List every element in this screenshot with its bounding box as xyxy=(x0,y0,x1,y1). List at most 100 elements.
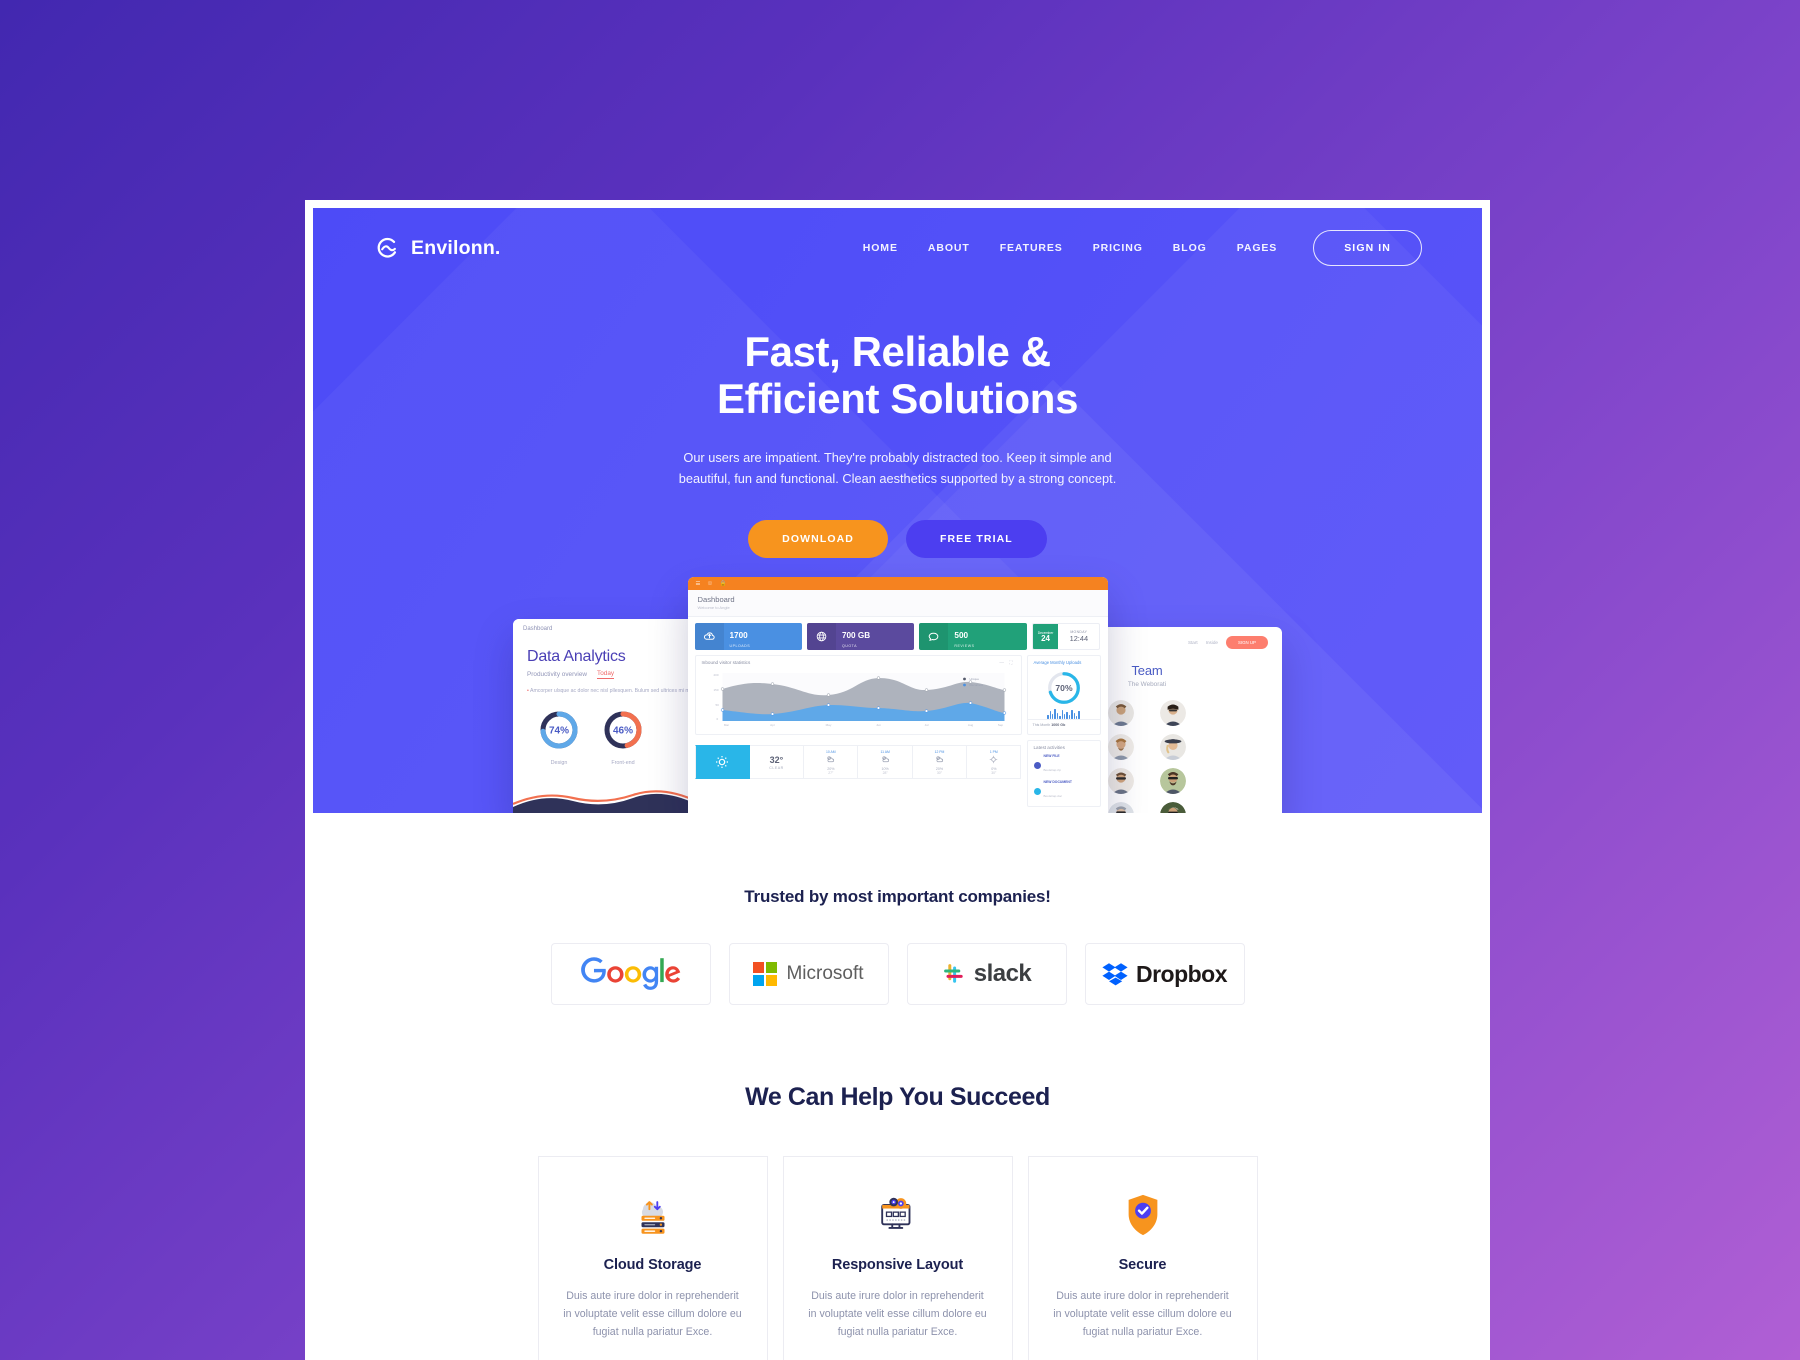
activity-title: NEW DOCUMENT xyxy=(1043,780,1072,784)
partly-cloudy-icon xyxy=(882,755,889,762)
hero-subtitle: Our users are impatient. They're probabl… xyxy=(678,450,1117,486)
stat-uploads-text: 1700 UPLOADS xyxy=(724,625,751,648)
avatar[interactable] xyxy=(1108,802,1134,813)
donut-design-label: Design xyxy=(550,759,568,766)
stat-card-reviews[interactable]: 500 REVIEWS xyxy=(919,623,1027,650)
nav-item-home[interactable]: HOME xyxy=(863,242,898,254)
nav-item-features[interactable]: FEATURES xyxy=(1000,242,1063,254)
weather-widget: 32° CLEAR 10 AM 20% 27° 11 AM 10% 28° 12… xyxy=(694,740,1022,807)
mockup-right-signup-button[interactable]: SIGN UP xyxy=(1225,636,1268,649)
feature-title: Cloud Storage xyxy=(603,1257,702,1273)
activity-sub: Bootstrap.zip xyxy=(1043,768,1062,772)
bullet-dot-icon: • xyxy=(527,688,529,694)
responsive-layout-icon xyxy=(808,1191,988,1239)
avatar[interactable] xyxy=(1108,734,1134,760)
feature-card-cloud-storage[interactable]: Cloud Storage Duis aute irure dolor in r… xyxy=(537,1156,768,1360)
svg-text:200: 200 xyxy=(713,673,718,677)
activity-item[interactable]: NEW FILE Bootstrap.zip xyxy=(1033,754,1094,776)
activity-item[interactable]: NEW DOCUMENT Bootstrap.doc xyxy=(1033,780,1094,802)
activity-text: NEW DOCUMENT Bootstrap.doc xyxy=(1044,780,1072,802)
sign-in-button[interactable]: SIGN IN xyxy=(1313,230,1422,266)
user-icon[interactable]: ☉ xyxy=(708,581,713,587)
free-trial-button[interactable]: FREE TRIAL xyxy=(905,519,1047,558)
feature-card-responsive-layout[interactable]: Responsive Layout Duis aute irure dolor … xyxy=(782,1156,1013,1360)
visitor-panel-header: Inbound visitor statistics — ⛶ xyxy=(696,656,1021,667)
logo-card-dropbox[interactable]: Dropbox xyxy=(1084,943,1245,1005)
svg-text:May: May xyxy=(825,723,831,727)
uploads-panel-title: Average Monthly Uploads xyxy=(1033,660,1082,665)
slack-logo-icon: slack xyxy=(942,960,1032,988)
uploads-bar-sparkline xyxy=(1028,708,1100,719)
donut-chart-frontend-icon: 46% xyxy=(604,711,642,749)
feature-text: Duis aute irure dolor in reprehenderit i… xyxy=(808,1290,987,1339)
hero-title: Fast, Reliable & Efficient Solutions xyxy=(313,328,1482,422)
svg-text:Jun: Jun xyxy=(876,723,881,727)
avatar[interactable] xyxy=(1160,700,1186,726)
hamburger-menu-icon[interactable]: ☰ xyxy=(696,581,701,587)
main-navbar: Envilonn. HOME ABOUT FEATURES PRICING BL… xyxy=(313,208,1482,266)
monthly-uploads-panel: Average Monthly Uploads 70% This Month 1… xyxy=(1026,655,1101,735)
visitor-statistics-panel: Inbound visitor statistics — ⛶ 200 150 5… xyxy=(694,655,1022,735)
avatar[interactable] xyxy=(1108,700,1134,726)
nav-item-blog[interactable]: BLOG xyxy=(1173,242,1207,254)
cloud-storage-icon xyxy=(563,1191,743,1239)
swirl-e-logo-icon xyxy=(373,234,401,262)
activities-list: Latest activities NEW FILE Bootstrap.zip xyxy=(1028,741,1100,806)
brand-logo[interactable]: Envilonn. xyxy=(373,234,501,262)
date-time: 12:44 xyxy=(1069,634,1089,643)
uploads-footer-label: This Month xyxy=(1032,723,1051,727)
date-block: December 24 xyxy=(1032,624,1059,649)
slack-wordmark: slack xyxy=(973,960,1032,987)
dashboard-header: Dashboard Welcome to Angle xyxy=(687,590,1108,617)
activity-text: NEW FILE Bootstrap.zip xyxy=(1044,754,1062,776)
feature-title: Responsive Layout xyxy=(831,1257,964,1273)
activity-title: NEW FILE xyxy=(1043,754,1060,758)
hero-title-line2: Efficient Solutions xyxy=(716,375,1079,423)
microsoft-wordmark: Microsoft xyxy=(786,963,864,984)
weather-forecast-temp: 30° xyxy=(991,770,997,775)
google-logo-icon xyxy=(580,957,680,990)
avatar[interactable] xyxy=(1160,768,1186,794)
dropbox-wordmark: Dropbox xyxy=(1135,960,1228,987)
stat-card-uploads[interactable]: 1700 UPLOADS xyxy=(694,623,802,650)
nav-item-about[interactable]: ABOUT xyxy=(928,242,970,254)
avatar[interactable] xyxy=(1108,768,1134,794)
avatar[interactable] xyxy=(1160,802,1186,813)
logo-card-microsoft[interactable]: Microsoft xyxy=(728,943,889,1005)
mockup-right-nav-item-2[interactable]: Inside xyxy=(1206,640,1218,645)
weather-forecast-temp: 30° xyxy=(936,770,943,775)
time-block: MONDAY 12:44 xyxy=(1058,624,1099,649)
stat-reviews-label: REVIEWS xyxy=(954,644,975,648)
stat-card-quota[interactable]: 700 GB QUOTA xyxy=(806,623,915,650)
panel-actions[interactable]: — ⛶ xyxy=(999,660,1014,665)
logo-card-google[interactable] xyxy=(550,943,711,1005)
secure-shield-icon xyxy=(1053,1191,1233,1239)
hero-cta-group: DOWNLOAD FREE TRIAL xyxy=(313,519,1482,558)
stat-card-datetime[interactable]: December 24 MONDAY 12:44 xyxy=(1031,623,1101,650)
lock-icon[interactable]: 🔒 xyxy=(720,581,727,587)
browser-page-frame: Envilonn. HOME ABOUT FEATURES PRICING BL… xyxy=(305,200,1490,1360)
activity-sub: Bootstrap.doc xyxy=(1043,794,1063,798)
mockup-right-nav-item-1[interactable]: Start xyxy=(1188,640,1198,645)
feature-text: Duis aute irure dolor in reprehenderit i… xyxy=(1053,1290,1232,1339)
stat-uploads-number: 1700 xyxy=(729,631,748,640)
nav-item-pricing[interactable]: PRICING xyxy=(1093,242,1143,254)
product-mockups: Dashboard Data Analytics Productivity ov… xyxy=(313,569,1482,813)
feature-card-secure[interactable]: Secure Duis aute irure dolor in reprehen… xyxy=(1027,1156,1258,1360)
uploads-panel-footer: This Month 1000 Gb xyxy=(1027,719,1100,730)
nav-item-pages[interactable]: PAGES xyxy=(1237,242,1277,254)
visitor-area-chart: 200 150 50 0 Mar Apr May Jun Jul Aug Sep… xyxy=(713,673,1006,727)
donut-frontend-label: Front-end xyxy=(611,759,635,766)
svg-text:Recurrent: Recurrent xyxy=(969,683,982,687)
svg-text:Unique: Unique xyxy=(969,677,979,681)
avatar[interactable] xyxy=(1160,734,1186,760)
uploads-gauge: 70% xyxy=(1028,665,1100,708)
logo-card-slack[interactable]: slack xyxy=(906,943,1067,1005)
features-heading: We Can Help You Succeed xyxy=(745,1083,1050,1111)
partly-cloudy-icon xyxy=(827,755,835,762)
svg-text:Mar: Mar xyxy=(723,723,728,727)
cloud-upload-icon xyxy=(694,623,724,650)
mockup-left-chip[interactable]: Today xyxy=(597,670,615,679)
download-button[interactable]: DOWNLOAD xyxy=(748,519,888,558)
dashboard-lower-panels: 32° CLEAR 10 AM 20% 27° 11 AM 10% 28° 12… xyxy=(688,735,1108,807)
